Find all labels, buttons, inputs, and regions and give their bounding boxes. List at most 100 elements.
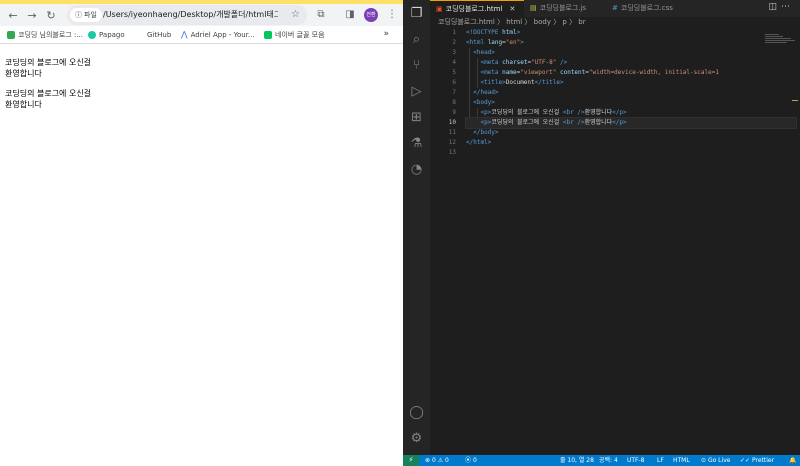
broadcast-icon: ⊙: [701, 457, 707, 464]
cursor-position[interactable]: 줄 10, 열 28: [560, 455, 594, 466]
remote-icon[interactable]: ⚡: [403, 455, 419, 466]
testing-icon[interactable]: ⚗: [409, 136, 424, 151]
bookmark-star-icon[interactable]: ☆: [291, 5, 300, 25]
html5-icon: ▣: [436, 4, 443, 13]
gear-icon[interactable]: ⚙: [409, 431, 424, 446]
live-server-icon[interactable]: ◔: [409, 162, 424, 177]
line-number: 10: [448, 119, 456, 126]
paragraph-line: 코딩딩의 블로그에 오신걸: [5, 89, 92, 98]
code-line: <title>Document</title>: [480, 79, 564, 86]
breadcrumb[interactable]: 코딩딩블로그.html 〉 html 〉 body 〉 p 〉 br: [430, 17, 800, 28]
bookmark-github[interactable]: GitHub: [147, 30, 171, 40]
naver-favicon-icon: [264, 31, 272, 39]
reload-icon[interactable]: ↻: [44, 9, 58, 23]
code-line: </head>: [473, 89, 499, 96]
more-menu-icon[interactable]: ⋮: [386, 9, 398, 21]
paragraph: 코딩딩의 블로그에 오신걸 환영합니다: [5, 57, 91, 79]
site-info-label: 파일: [84, 11, 97, 19]
vscode-window: ❐ ⌕ ⑂ ▷ ⊞ ⚗ ◔ ◯ ⚙ ▣ 코딩딩블로그.html ✕ ▤ 코딩딩블…: [403, 0, 800, 466]
bookmark-naver-fonts[interactable]: 네이버 글꼴 모음: [264, 30, 325, 40]
bookmark-label: GitHub: [147, 31, 172, 39]
arrow-left-icon[interactable]: ←: [6, 9, 20, 23]
editor-tabs: ▣ 코딩딩블로그.html ✕ ▤ 코딩딩블로그.js # 코딩딩블로그.css…: [430, 0, 800, 17]
close-icon[interactable]: ✕: [509, 1, 515, 18]
prettier-label: Prettier: [751, 457, 775, 464]
indentation[interactable]: 공백: 4: [599, 455, 618, 466]
more-actions-icon[interactable]: ⋯: [781, 2, 794, 12]
code-editor[interactable]: 1 2 3 4 5 6 7 8 9 10 11 12 13 <!DOCTYPE …: [430, 28, 800, 455]
tab-css[interactable]: # 코딩딩블로그.css: [606, 0, 696, 17]
tab-js[interactable]: ▤ 코딩딩블로그.js: [524, 0, 606, 17]
extensions-icon[interactable]: ⧉: [315, 9, 327, 21]
line-ending[interactable]: LF: [657, 455, 664, 466]
bookmarks-bar: 코딩딩 님의블로그 :... Papago GitHub ⋀ Adriel Ap…: [0, 26, 403, 44]
line-number: 9: [452, 109, 456, 116]
rendered-page: 코딩딩의 블로그에 오신걸 환영합니다 코딩딩의 블로그에 오신걸 환영합니다: [5, 57, 91, 119]
tab-html[interactable]: ▣ 코딩딩블로그.html ✕: [430, 0, 524, 17]
bookmark-label: Papago: [99, 31, 125, 39]
explorer-icon[interactable]: ❐: [409, 6, 424, 21]
double-check-icon: ✓✓: [740, 457, 751, 464]
notifications-icon[interactable]: 🔔: [789, 455, 796, 466]
arrow-right-icon[interactable]: →: [25, 9, 39, 23]
go-live-button[interactable]: ⊙ Go Live: [701, 455, 730, 466]
bookmark-adriel[interactable]: ⋀ Adriel App - Your...: [181, 30, 255, 40]
minimap-line: [765, 42, 787, 43]
profile-avatar[interactable]: 전환: [364, 8, 378, 22]
bookmark-label: 네이버 글꼴 모음: [275, 31, 325, 39]
language-mode[interactable]: HTML: [673, 455, 690, 466]
bookmark-blog[interactable]: 코딩딩 님의블로그 :...: [7, 30, 83, 40]
browser-window: ← → ↻ ⓘ 파일 /Users/iyeonhaeng/Desktop/개발폴…: [0, 0, 403, 466]
error-icon: ⊗: [425, 457, 431, 464]
side-panel-icon[interactable]: ◨: [344, 9, 356, 21]
code-line: <body>: [473, 99, 495, 106]
problems-indicator[interactable]: ⊗ 0 ⚠ 0: [425, 455, 449, 466]
site-info-chip[interactable]: ⓘ 파일: [70, 8, 102, 22]
bookmarks-overflow-icon[interactable]: »: [383, 29, 389, 39]
tab-label: 코딩딩블로그.html: [445, 4, 503, 13]
line-number: 1: [452, 29, 456, 36]
paragraph-line: 환영합니다: [5, 100, 42, 109]
adriel-favicon-icon: ⋀: [181, 30, 188, 39]
url-text[interactable]: /Users/iyeonhaeng/Desktop/개발폴더/html태그적..…: [103, 5, 278, 25]
papago-favicon-icon: [88, 31, 96, 39]
line-number: 12: [448, 139, 456, 146]
bookmark-label: Adriel App - Your...: [190, 31, 255, 39]
scrollbar-marker: [792, 100, 798, 101]
source-control-icon[interactable]: ⑂: [409, 58, 424, 73]
run-debug-icon[interactable]: ▷: [409, 84, 424, 99]
tab-label: 코딩딩블로그.js: [539, 4, 587, 12]
line-number: 6: [452, 79, 456, 86]
javascript-icon: ▤: [530, 4, 537, 12]
split-editor-icon[interactable]: ◫: [768, 2, 781, 12]
bookmark-papago[interactable]: Papago: [88, 30, 125, 40]
code-line: <meta name="viewport" content="width=dev…: [480, 69, 719, 76]
activity-bar: ❐ ⌕ ⑂ ▷ ⊞ ⚗ ◔ ◯ ⚙: [403, 0, 430, 455]
code-line: <!DOCTYPE html>: [466, 29, 521, 36]
code-line: <p>코딩딩의 블로그에 오신걸 <br />환영합니다</p>: [480, 109, 627, 116]
encoding[interactable]: UTF-8: [627, 455, 645, 466]
code-content[interactable]: <!DOCTYPE html> <html lang="en"> <head> …: [465, 28, 797, 158]
css3-icon: #: [612, 4, 618, 12]
paragraph-line: 코딩딩의 블로그에 오신걸: [5, 58, 92, 67]
info-icon: ⓘ: [75, 11, 82, 19]
line-number: 13: [448, 149, 456, 156]
address-bar[interactable]: ⓘ 파일 /Users/iyeonhaeng/Desktop/개발폴더/html…: [67, 5, 307, 25]
tab-label: 코딩딩블로그.css: [620, 4, 673, 12]
line-number: 5: [452, 69, 456, 76]
minimap[interactable]: [765, 34, 797, 50]
line-number: 2: [452, 39, 456, 46]
prettier-button[interactable]: ✓✓ Prettier: [740, 455, 774, 466]
account-icon[interactable]: ◯: [409, 405, 424, 420]
minimap-line: [765, 34, 779, 35]
ports-indicator[interactable]: ⦿ 0: [465, 455, 477, 466]
ports-count: 0: [472, 457, 477, 464]
code-line-current: <p>코딩딩의 블로그에 오신걸 <br />환영합니다</p>: [465, 117, 797, 129]
warning-count: 0: [445, 457, 449, 464]
extensions-icon[interactable]: ⊞: [409, 110, 424, 125]
search-icon[interactable]: ⌕: [409, 32, 424, 47]
paragraph: 코딩딩의 블로그에 오신걸 환영합니다: [5, 88, 91, 110]
error-count: 0: [431, 457, 436, 464]
browser-toolbar: ← → ↻ ⓘ 파일 /Users/iyeonhaeng/Desktop/개발폴…: [0, 4, 403, 26]
